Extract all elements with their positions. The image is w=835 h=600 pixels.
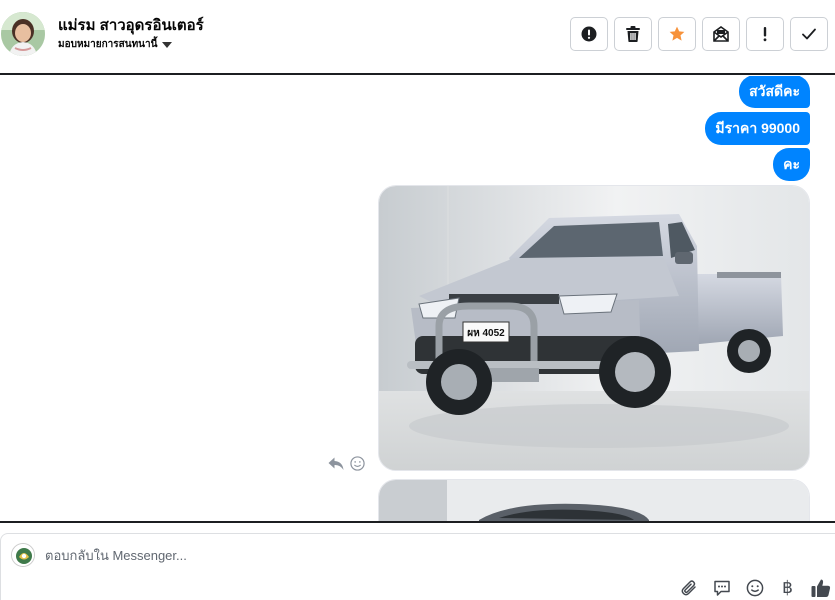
message-bubble[interactable]: มีราคา 99000 bbox=[705, 112, 810, 145]
message-bubble[interactable]: คะ bbox=[773, 148, 810, 181]
baht-icon: ฿ bbox=[782, 577, 793, 598]
reply-composer: ฿ bbox=[0, 533, 835, 600]
star-icon bbox=[669, 26, 685, 41]
saved-replies-button[interactable] bbox=[711, 577, 732, 598]
reply-input[interactable] bbox=[45, 544, 645, 566]
composer-divider bbox=[0, 521, 835, 523]
mark-unread-button[interactable] bbox=[702, 17, 740, 51]
like-button[interactable] bbox=[810, 577, 831, 598]
contact-avatar[interactable] bbox=[1, 12, 45, 56]
envelope-icon bbox=[713, 26, 729, 42]
delete-button[interactable] bbox=[614, 17, 652, 51]
mark-done-button[interactable] bbox=[790, 17, 828, 51]
contact-name[interactable]: แม่รม สาวอุดรอินเตอร์ bbox=[58, 13, 204, 37]
assign-label: มอบหมายการสนทนานี้ bbox=[58, 39, 158, 50]
exclamation-icon bbox=[763, 27, 767, 42]
composer-tools: ฿ bbox=[678, 577, 831, 598]
message-thread[interactable]: สวัสดีคะ มีราคา 99000 คะ ผห 4052 bbox=[0, 76, 835, 521]
chat-bubble-icon bbox=[713, 580, 730, 596]
photo-attachment[interactable]: ผห 4052 bbox=[378, 185, 810, 471]
message-bubble[interactable]: สวัสดีคะ bbox=[739, 76, 810, 108]
caret-down-icon bbox=[162, 42, 173, 48]
assign-conversation-dropdown[interactable]: มอบหมายการสนทนานี้ bbox=[58, 37, 173, 52]
pickup-truck-photo bbox=[379, 480, 809, 521]
thumbs-up-icon bbox=[811, 579, 830, 597]
emoji-button[interactable] bbox=[744, 577, 765, 598]
star-button[interactable] bbox=[658, 17, 696, 51]
emoji-react-icon[interactable] bbox=[350, 456, 365, 471]
follow-up-button[interactable] bbox=[746, 17, 784, 51]
pickup-truck-photo: ผห 4052 bbox=[379, 186, 809, 470]
photo-attachment[interactable] bbox=[378, 479, 810, 521]
conversation-toolbar bbox=[570, 17, 828, 51]
smiley-icon bbox=[746, 579, 763, 596]
paperclip-icon bbox=[681, 579, 696, 595]
message-actions bbox=[328, 456, 365, 471]
page-avatar bbox=[11, 543, 35, 567]
alert-circle-icon bbox=[581, 26, 597, 42]
conversation-header: แม่รม สาวอุดรอินเตอร์ มอบหมายการสนทนานี้ bbox=[0, 0, 835, 75]
check-icon bbox=[802, 28, 816, 40]
trash-icon bbox=[626, 26, 640, 42]
attach-file-button[interactable] bbox=[678, 577, 699, 598]
license-plate-text: ผห 4052 bbox=[467, 328, 505, 339]
mark-spam-button[interactable] bbox=[570, 17, 608, 51]
reply-arrow-icon[interactable] bbox=[328, 457, 344, 471]
payment-button[interactable]: ฿ bbox=[777, 577, 798, 598]
